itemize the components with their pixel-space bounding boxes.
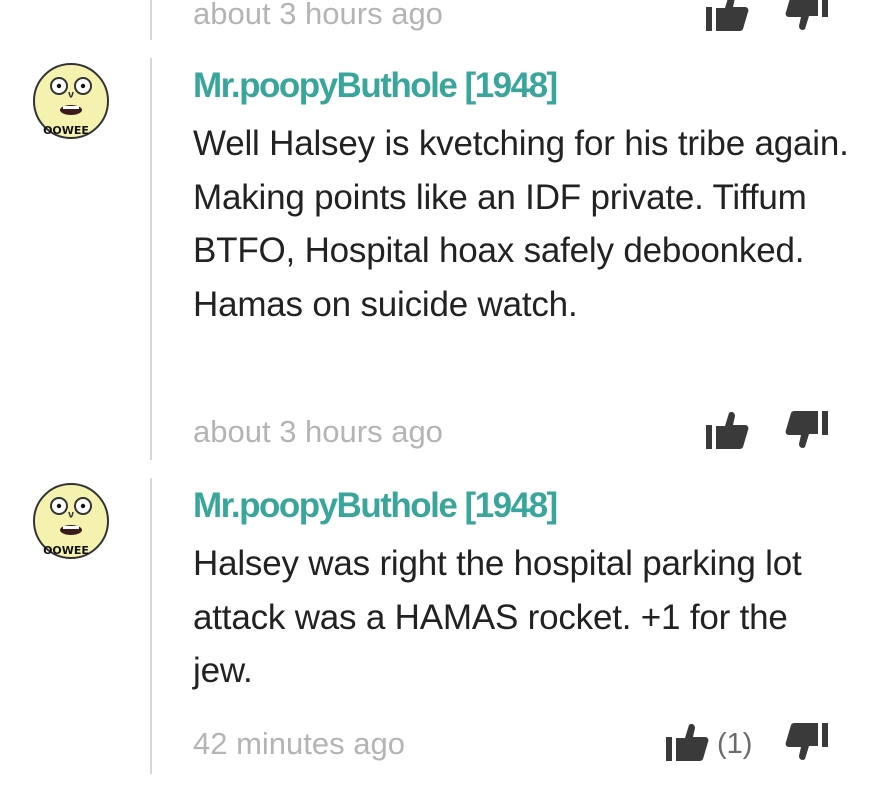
downvote-button[interactable] (785, 0, 829, 36)
thread-line (150, 478, 152, 774)
comment-author[interactable]: Mr.poopyButhole [1948] (193, 66, 558, 106)
thumbs-up-icon (705, 0, 749, 37)
avatar[interactable]: OOWEE (32, 482, 110, 560)
thumbs-down-icon (785, 722, 829, 767)
avatar[interactable]: OOWEE (32, 62, 110, 140)
comment-timestamp: about 3 hours ago (193, 0, 443, 31)
thumbs-up-icon (705, 410, 749, 455)
thumbs-down-icon (785, 410, 829, 455)
comment-timestamp: about 3 hours ago (193, 414, 443, 449)
comment-meta: about 3 hours ago (193, 410, 843, 454)
comment-text: Halsey was right the hospital parking lo… (193, 544, 802, 690)
upvote-count: (1) (717, 728, 753, 760)
thread-line (150, 58, 152, 460)
comment-timestamp: 42 minutes ago (193, 726, 405, 761)
comment-partial: about 3 hours ago (0, 0, 883, 40)
downvote-button[interactable] (785, 722, 829, 766)
comment: OOWEE Mr.poopyButhole [1948] Well Halsey… (0, 58, 883, 460)
comment: OOWEE Mr.poopyButhole [1948] Halsey was … (0, 478, 883, 778)
upvote-button[interactable] (705, 0, 749, 36)
thumbs-down-icon (785, 0, 829, 37)
avatar-label: OOWEE (43, 544, 89, 557)
thread-line (150, 0, 152, 40)
avatar-label: OOWEE (43, 124, 89, 137)
downvote-button[interactable] (785, 410, 829, 454)
comment-author[interactable]: Mr.poopyButhole [1948] (193, 486, 558, 526)
upvote-button[interactable]: (1) (665, 722, 752, 766)
thumbs-up-icon (665, 722, 709, 767)
comment-text: Well Halsey is kvetching for his tribe a… (193, 124, 849, 324)
upvote-button[interactable] (705, 410, 757, 454)
comment-meta: 42 minutes ago (1) (193, 722, 843, 766)
comment-meta: about 3 hours ago (193, 0, 843, 36)
